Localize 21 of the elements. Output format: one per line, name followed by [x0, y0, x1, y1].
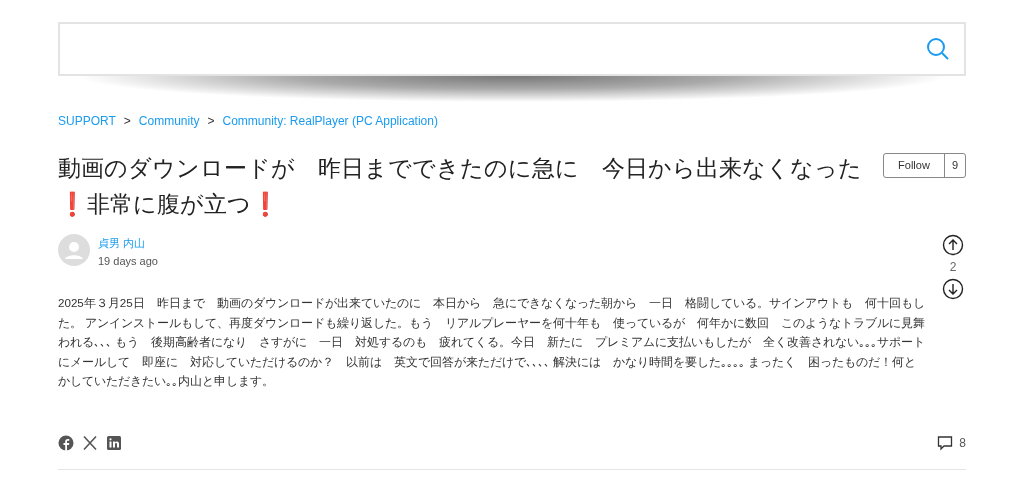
- post-body: 2025年３月25日 昨日まで 動画のダウンロードが出来ていたのに 本日から 急にできなくなった朝から 一日 格闘している。サインアウトも 何十回もした。 アンインストールもして、再度ダウンロードも繰り返した。もう リアルプレーヤーを何十年も 使っているが 何年かに数回 このようなトラブルに見舞われる､､､ もう 後期高齢者になり さすがに 一日 対処するのも 疲れてくる。今日 新たに プレミアムに支払いもしたが 全く改善されない｡｡｡サポートにメールして 即座に 対応していただけるのか？ 以前は 英文で回答が来ただけで､､､､ 解決には かなり時間を要した｡｡｡｡ まったく 困ったものだ！何とかしていただきたい｡｡内山と申します。: [58, 295, 926, 389]
- upvote-button[interactable]: [942, 234, 964, 256]
- author-name[interactable]: 貞男 内山: [98, 236, 158, 251]
- post-time: 19 days ago: [98, 255, 158, 267]
- facebook-icon[interactable]: [58, 434, 74, 451]
- breadcrumb-separator: >: [207, 114, 215, 128]
- comment-icon[interactable]: [937, 434, 954, 451]
- comment-count: 8: [959, 435, 966, 450]
- search-field[interactable]: [58, 22, 966, 76]
- linkedin-icon[interactable]: [106, 434, 122, 451]
- x-icon[interactable]: [82, 434, 98, 451]
- post-title: 動画のダウンロードが 昨日までできたのに急に 今日から出来なくなった ❗非常に腹が立つ❗: [58, 154, 863, 219]
- breadcrumb-link[interactable]: SUPPORT: [58, 114, 116, 128]
- follow-button[interactable]: Follow 9: [883, 153, 966, 178]
- breadcrumb-link[interactable]: Community: RealPlayer (PC Application): [222, 114, 438, 128]
- breadcrumb-separator: >: [123, 114, 131, 128]
- avatar-icon: [58, 234, 90, 266]
- downvote-button[interactable]: [942, 278, 964, 300]
- search-icon[interactable]: [926, 37, 950, 61]
- breadcrumb-link[interactable]: Community: [138, 114, 200, 128]
- vote-count: 2: [949, 260, 957, 274]
